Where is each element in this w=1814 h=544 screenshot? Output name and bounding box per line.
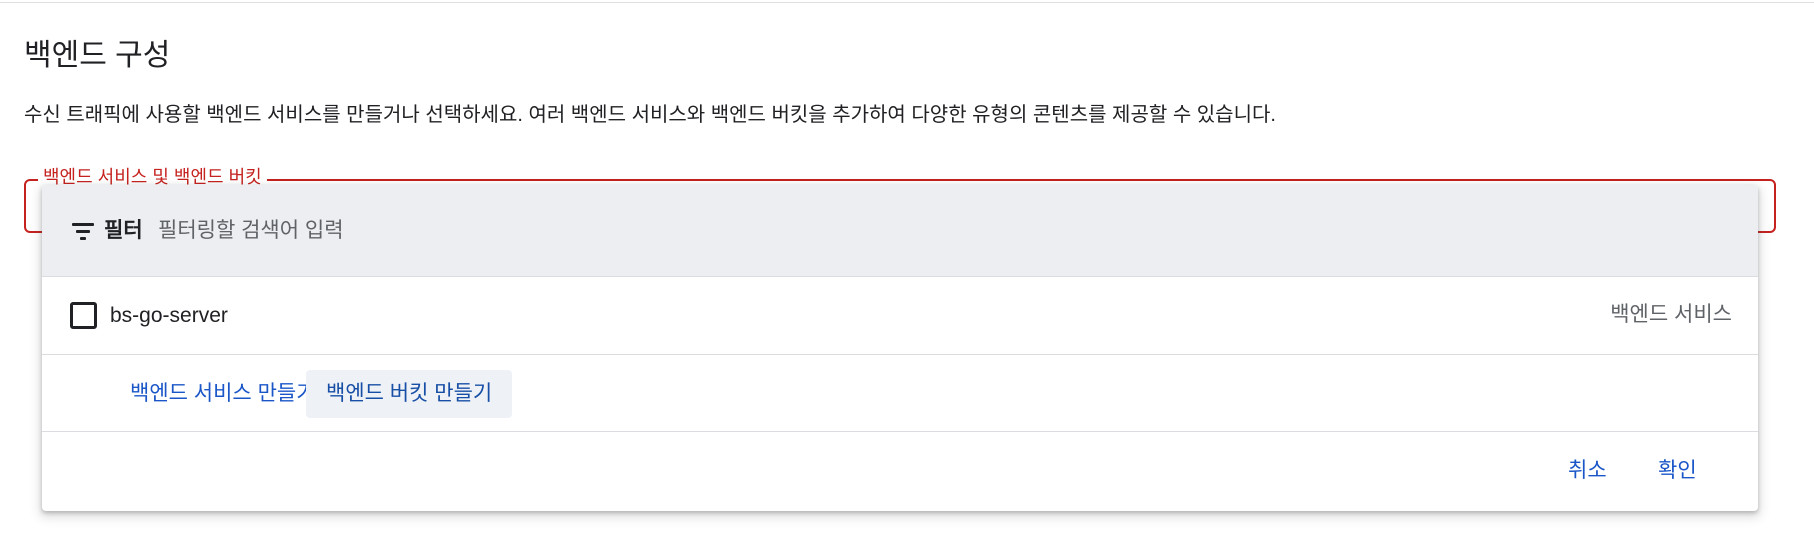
create-actions: 백엔드 서비스 만들기 백엔드 버킷 만들기 (42, 355, 1758, 432)
filter-input[interactable] (154, 215, 1062, 247)
filter-bar: 필터 (42, 185, 1758, 277)
dropdown-footer: 취소 확인 (42, 432, 1758, 511)
filter-icon[interactable] (72, 223, 94, 240)
option-type: 백엔드 서비스 (1610, 303, 1732, 326)
option-name: bs-go-server (110, 304, 228, 327)
backend-dropdown-panel: 필터 bs-go-server 백엔드 서비스 백엔드 서비스 만들기 백엔드 … (42, 185, 1758, 511)
option-checkbox[interactable] (70, 302, 97, 329)
ok-button[interactable]: 확인 (1638, 447, 1717, 495)
filter-label: 필터 (104, 219, 143, 242)
top-divider (0, 2, 1814, 3)
list-item[interactable]: bs-go-server 백엔드 서비스 (42, 277, 1758, 355)
cancel-button[interactable]: 취소 (1552, 447, 1623, 495)
create-backend-service-button[interactable]: 백엔드 서비스 만들기 (110, 370, 336, 418)
backend-select-label: 백엔드 서비스 및 백엔드 버킷 (38, 167, 267, 187)
section-title: 백엔드 구성 (24, 39, 171, 72)
section-description: 수신 트래픽에 사용할 백엔드 서비스를 만들거나 선택하세요. 여러 백엔드 … (24, 104, 1276, 126)
create-backend-bucket-button[interactable]: 백엔드 버킷 만들기 (306, 370, 513, 418)
